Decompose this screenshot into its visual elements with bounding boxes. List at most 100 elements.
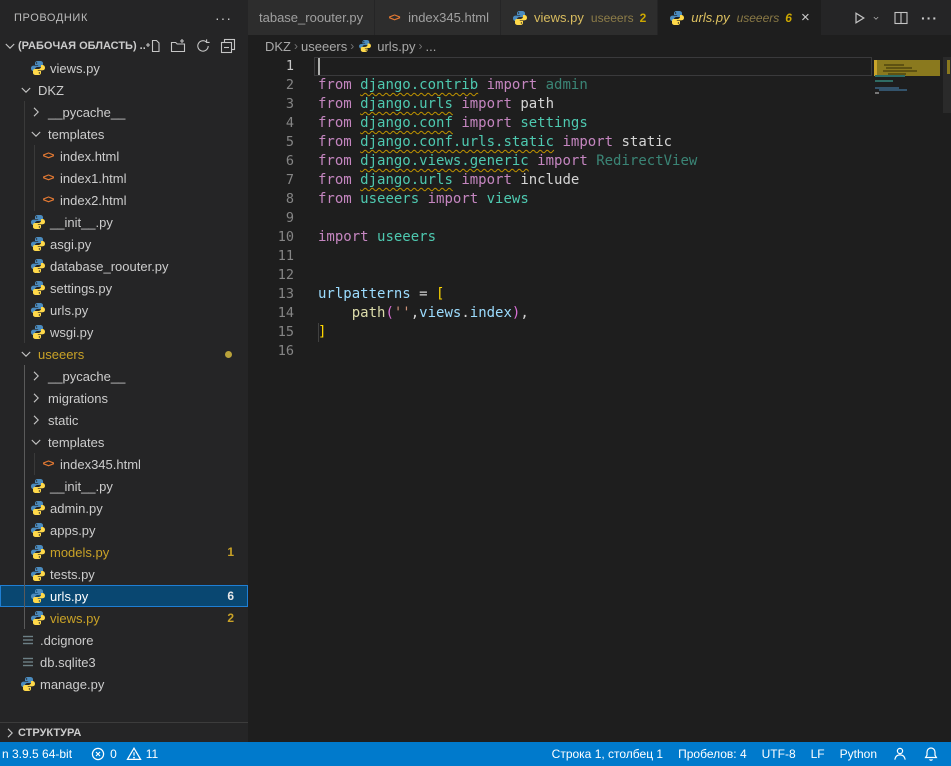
line-number[interactable]: 12 xyxy=(248,266,294,285)
tree-file-index1-html[interactable]: <>index1.html xyxy=(0,167,248,189)
run-dropdown-icon[interactable] xyxy=(871,10,881,26)
tab-views-py[interactable]: views.pyuseeers2 xyxy=(501,0,657,35)
status-item-encoding[interactable]: UTF-8 xyxy=(762,747,796,761)
code-line-3[interactable]: 3from django.urls import path xyxy=(248,95,873,114)
code-line-7[interactable]: 7from django.urls import include xyxy=(248,171,873,190)
code-line-15[interactable]: 15] xyxy=(248,323,873,342)
line-number[interactable]: 15 xyxy=(248,323,294,342)
line-number[interactable]: 2 xyxy=(248,76,294,95)
tree-folder-dkz[interactable]: DKZ xyxy=(0,79,248,101)
tree-file-admin-py[interactable]: admin.py xyxy=(0,497,248,519)
collapse-all-icon[interactable] xyxy=(220,38,236,54)
code-line-8[interactable]: 8from useeers import views xyxy=(248,190,873,209)
tree-file-urls-py[interactable]: urls.py6 xyxy=(0,585,248,607)
tree-file-manage-py[interactable]: manage.py xyxy=(0,673,248,695)
split-editor-icon[interactable] xyxy=(893,10,909,26)
overview-ruler[interactable] xyxy=(943,57,951,177)
line-number[interactable]: 7 xyxy=(248,171,294,190)
tree-file-db-sqlite3[interactable]: db.sqlite3 xyxy=(0,651,248,673)
status-item-indentation[interactable]: Пробелов: 4 xyxy=(678,747,747,761)
problems-badge: 1 xyxy=(227,545,234,559)
tab-close-icon[interactable]: × xyxy=(801,10,810,25)
code-line-14[interactable]: 14 path('',views.index), xyxy=(248,304,873,323)
status-item-eol[interactable]: LF xyxy=(811,747,825,761)
code-line-11[interactable]: 11 xyxy=(248,247,873,266)
tab-urls-py[interactable]: urls.pyuseeers6× xyxy=(658,0,820,35)
tree-file-index2-html[interactable]: <>index2.html xyxy=(0,189,248,211)
line-number[interactable]: 8 xyxy=(248,190,294,209)
bell-icon[interactable] xyxy=(923,746,939,762)
status-item-problems[interactable]: 011 xyxy=(90,746,158,762)
line-number[interactable]: 11 xyxy=(248,247,294,266)
line-number[interactable]: 4 xyxy=(248,114,294,133)
outline-section-header[interactable]: СТРУКТУРА xyxy=(0,722,248,742)
code-line-6[interactable]: 6from django.views.generic import Redire… xyxy=(248,152,873,171)
line-number[interactable]: 5 xyxy=(248,133,294,152)
line-number[interactable]: 10 xyxy=(248,228,294,247)
tree-file--dcignore[interactable]: .dcignore xyxy=(0,629,248,651)
tree-folder--pycache-[interactable]: __pycache__ xyxy=(0,365,248,387)
tree-folder-useeers[interactable]: useeers xyxy=(0,343,248,365)
tree-folder-templates[interactable]: templates xyxy=(0,123,248,145)
line-number[interactable]: 9 xyxy=(248,209,294,228)
editor-more-actions-icon[interactable]: ··· xyxy=(921,10,938,26)
tree-file-apps-py[interactable]: apps.py xyxy=(0,519,248,541)
workspace-section-header[interactable]: (РАБОЧАЯ ОБЛАСТЬ) ... xyxy=(0,35,248,57)
tree-folder--pycache-[interactable]: __pycache__ xyxy=(0,101,248,123)
status-item-cursor-position[interactable]: Строка 1, столбец 1 xyxy=(552,747,663,761)
tree-folder-migrations[interactable]: migrations xyxy=(0,387,248,409)
code-line-1[interactable]: 1 xyxy=(248,57,873,76)
tree-folder-templates[interactable]: templates xyxy=(0,431,248,453)
line-number[interactable]: 16 xyxy=(248,342,294,361)
tree-file-urls-py[interactable]: urls.py xyxy=(0,299,248,321)
code-line-2[interactable]: 2from django.contrib import admin xyxy=(248,76,873,95)
status-item-notifications[interactable] xyxy=(923,746,939,762)
line-number[interactable]: 13 xyxy=(248,285,294,304)
code-line-10[interactable]: 10import useeers xyxy=(248,228,873,247)
status-item-python-interpreter[interactable]: n 3.9.5 64-bit xyxy=(2,747,72,761)
tab-index345-html[interactable]: <>index345.html xyxy=(375,0,500,35)
line-number[interactable]: 3 xyxy=(248,95,294,114)
status-item-language-mode[interactable]: Python xyxy=(840,747,877,761)
new-folder-icon[interactable] xyxy=(170,38,186,54)
breadcrumb-item[interactable]: urls.py xyxy=(357,38,415,54)
tree-file-wsgi-py[interactable]: wsgi.py xyxy=(0,321,248,343)
breadcrumb-label: DKZ xyxy=(265,39,291,54)
new-file-icon[interactable] xyxy=(145,38,161,54)
code-line-9[interactable]: 9 xyxy=(248,209,873,228)
chevron-right-icon xyxy=(28,390,44,406)
code-line-4[interactable]: 4from django.conf import settings xyxy=(248,114,873,133)
tab-tabase-roouter-py[interactable]: tabase_roouter.py xyxy=(248,0,374,35)
tree-file-asgi-py[interactable]: asgi.py xyxy=(0,233,248,255)
minimap[interactable] xyxy=(873,57,943,177)
tree-file-index-html[interactable]: <>index.html xyxy=(0,145,248,167)
tree-file-views-py[interactable]: views.py2 xyxy=(0,607,248,629)
feedback-icon[interactable] xyxy=(892,746,908,762)
breadcrumb-item[interactable]: DKZ xyxy=(265,39,291,54)
tree-file-settings-py[interactable]: settings.py xyxy=(0,277,248,299)
line-number[interactable]: 6 xyxy=(248,152,294,171)
tree-item-label: wsgi.py xyxy=(50,325,93,340)
tree-file-database-roouter-py[interactable]: database_roouter.py xyxy=(0,255,248,277)
run-icon[interactable] xyxy=(851,10,867,26)
tree-file-index345-html[interactable]: <>index345.html xyxy=(0,453,248,475)
code-line-13[interactable]: 13urlpatterns = [ xyxy=(248,285,873,304)
line-number[interactable]: 1 xyxy=(248,57,294,76)
refresh-icon[interactable] xyxy=(195,38,211,54)
code-editor[interactable]: 12from django.contrib import admin3from … xyxy=(248,57,951,742)
breadcrumb-item[interactable]: useeers xyxy=(301,39,347,54)
tree-folder-static[interactable]: static xyxy=(0,409,248,431)
tree-file-tests-py[interactable]: tests.py xyxy=(0,563,248,585)
tree-file-views-py[interactable]: views.py xyxy=(0,57,248,79)
tree-file-models-py[interactable]: models.py1 xyxy=(0,541,248,563)
code-line-12[interactable]: 12 xyxy=(248,266,873,285)
line-number[interactable]: 14 xyxy=(248,304,294,323)
tree-file--init-py[interactable]: __init__.py xyxy=(0,475,248,497)
status-item-feedback[interactable] xyxy=(892,746,908,762)
tree-item-label: __init__.py xyxy=(50,479,113,494)
code-line-16[interactable]: 16 xyxy=(248,342,873,361)
explorer-more-icon[interactable]: ··· xyxy=(215,10,232,26)
tree-file--init-py[interactable]: __init__.py xyxy=(0,211,248,233)
breadcrumb-item[interactable]: ... xyxy=(426,39,437,54)
code-line-5[interactable]: 5from django.conf.urls.static import sta… xyxy=(248,133,873,152)
